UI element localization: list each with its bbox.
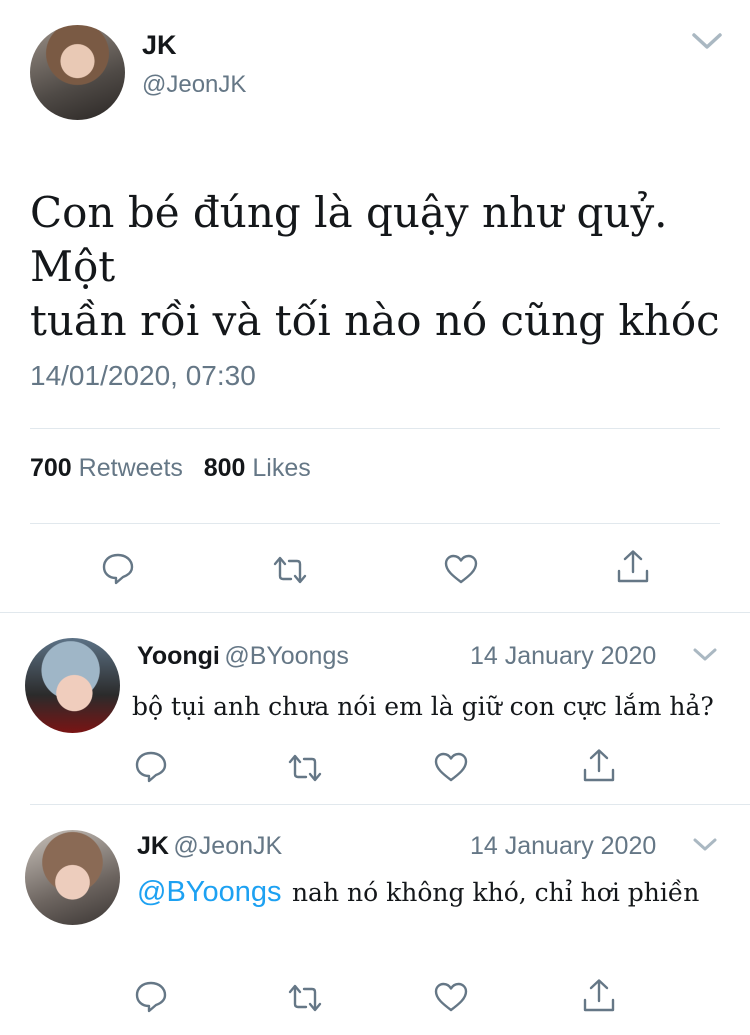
reply-body: @BYoongs nah nó không khó, chỉ hơi phiền [137,876,699,909]
reply-icon[interactable] [100,550,136,586]
reply-date[interactable]: 14 January 2020 [470,832,656,861]
reply-icon[interactable] [133,978,169,1014]
like-icon[interactable] [433,749,469,785]
like-icon[interactable] [443,551,479,587]
reply-display-name[interactable]: JK [137,832,169,860]
reply-date[interactable]: 14 January 2020 [470,642,656,671]
share-icon[interactable] [615,548,651,584]
tweet-text-line-1: Con bé đúng là quậy như quỷ. Một [30,188,668,291]
likes-stat[interactable]: 800 Likes [204,454,311,482]
retweets-count: 700 [30,454,72,482]
reply-header: JK @JeonJK [137,832,282,861]
reply-text: bộ tụi anh chưa nói em là giữ con cực lắ… [132,692,714,721]
reply-handle[interactable]: @JeonJK [173,832,282,860]
reply-header: Yoongi @BYoongs [137,642,349,671]
likes-label: Likes [252,454,311,482]
author-avatar[interactable] [30,25,125,120]
tweet-text-line-2: tuần rồi và tối nào nó cũng khóc [30,296,720,345]
retweets-stat[interactable]: 700 Retweets [30,454,183,482]
reply-avatar[interactable] [25,638,120,733]
reply-icon[interactable] [133,748,169,784]
tweet-stats: 700 Retweets 800 Likes [30,454,311,483]
author-handle[interactable]: @JeonJK [142,71,246,99]
reply-avatar[interactable] [25,830,120,925]
retweet-icon[interactable] [287,750,323,786]
divider [30,428,720,429]
tweet-timestamp[interactable]: 14/01/2020, 07:30 [30,360,256,392]
chevron-down-icon[interactable] [690,30,724,52]
chevron-down-icon[interactable] [692,646,718,664]
like-icon[interactable] [433,979,469,1015]
divider [30,523,720,524]
retweet-icon[interactable] [272,552,308,588]
reply-text: nah nó không khó, chỉ hơi phiền [291,878,700,907]
reply-display-name[interactable]: Yoongi [137,642,220,670]
divider [30,804,750,805]
likes-count: 800 [203,454,246,482]
retweet-icon[interactable] [287,980,323,1016]
reply-handle[interactable]: @BYoongs [224,642,349,670]
author-display-name[interactable]: JK [142,30,177,61]
share-icon[interactable] [581,977,617,1013]
retweets-label: Retweets [78,454,183,482]
chevron-down-icon[interactable] [692,836,718,854]
mention-link[interactable]: @BYoongs [137,876,281,908]
share-icon[interactable] [581,747,617,783]
tweet-text: Con bé đúng là quậy như quỷ. Một tuần rồ… [30,186,745,348]
divider [0,612,750,613]
